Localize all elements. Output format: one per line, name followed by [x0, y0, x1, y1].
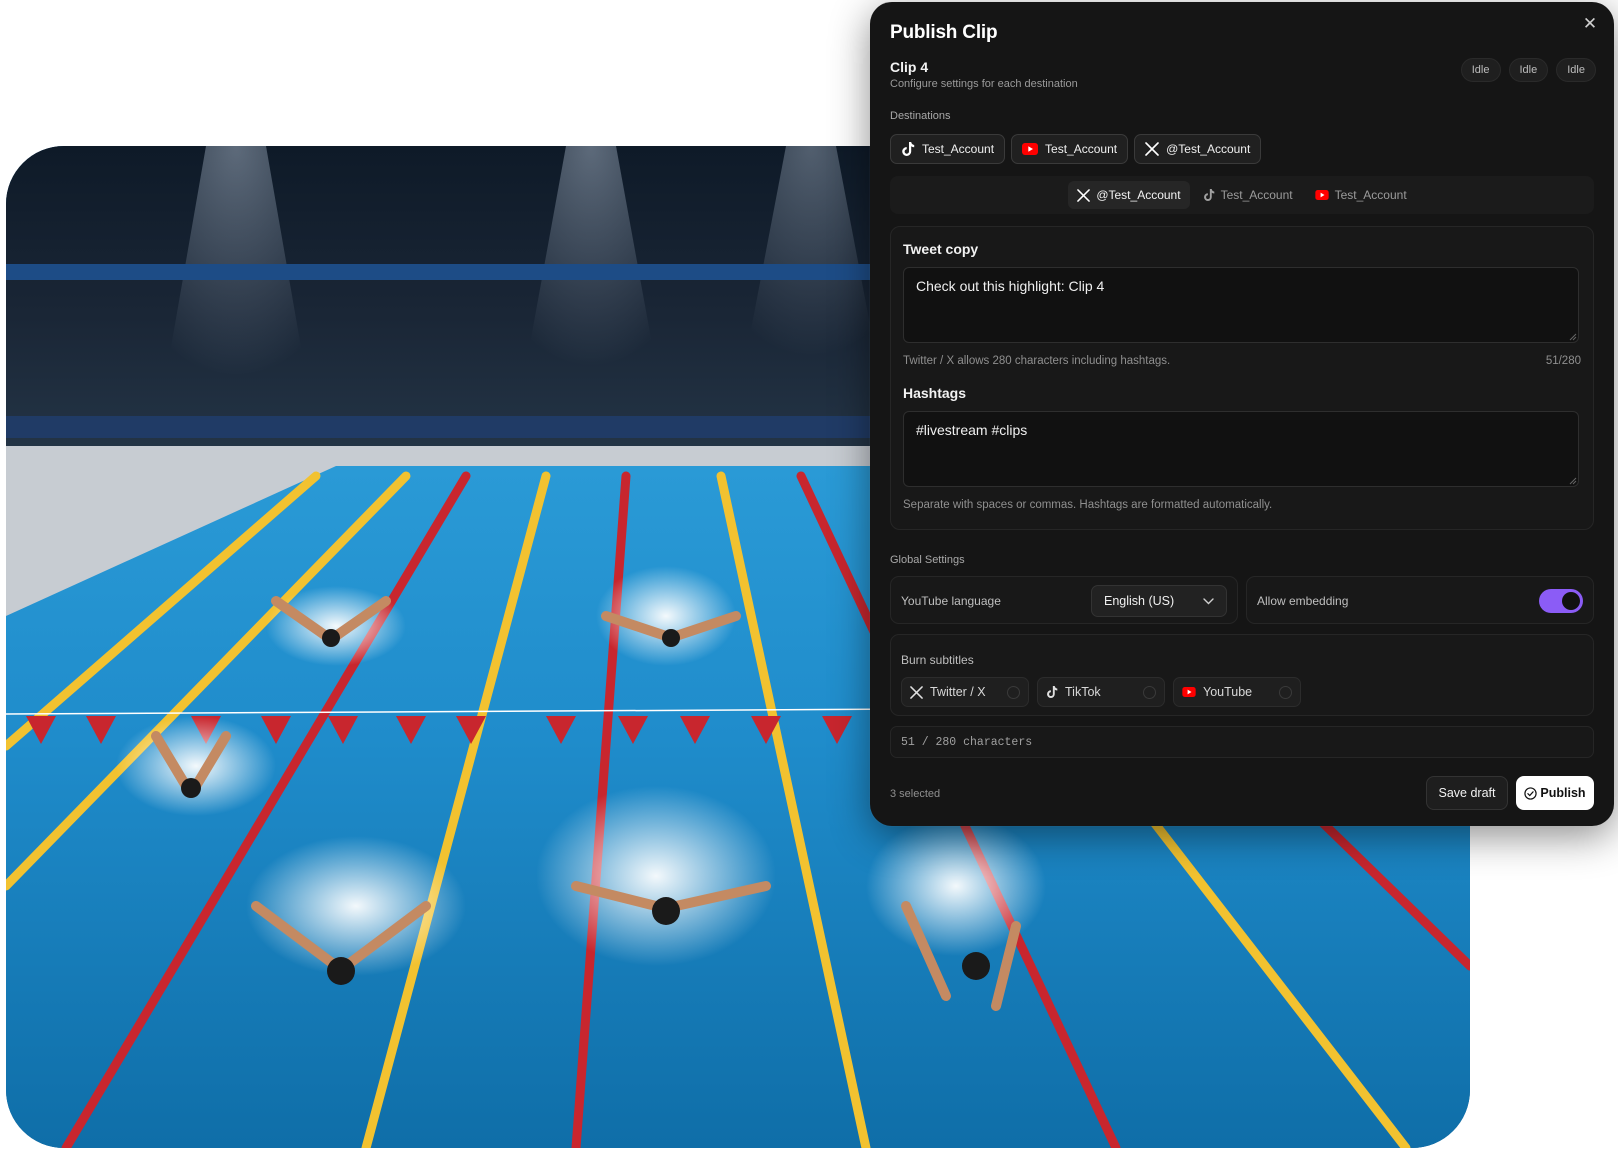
clip-name: Clip 4	[890, 59, 929, 75]
hashtags-hint: Separate with spaces or commas. Hashtags…	[903, 499, 1273, 511]
tweet-hint: Twitter / X allows 280 characters includ…	[903, 355, 1171, 367]
destination-chip-youtube[interactable]: Test_Account	[1011, 134, 1129, 164]
youtube-language-label: YouTube language	[901, 594, 1001, 608]
burn-subtitles-options: Twitter / X TikTok YouTube	[901, 677, 1301, 707]
x-settings-card: Tweet copy Check out this highlight: Cli…	[890, 226, 1594, 530]
tab-label: Test_Account	[1220, 188, 1293, 202]
destination-chip-tiktok[interactable]: Test_Account	[890, 134, 1006, 164]
tweet-char-counter: 51/280	[1545, 355, 1581, 367]
destination-chips: Test_Account Test_Account @Test_Account	[890, 134, 1262, 164]
tiktok-icon	[1046, 685, 1058, 699]
burn-subtitles-panel: Burn subtitles Twitter / X TikTok YouTub…	[890, 634, 1594, 716]
burn-option-youtube[interactable]: YouTube	[1173, 677, 1301, 707]
character-summary-text: 51 / 280 characters	[901, 735, 1033, 749]
status-badge: Idle	[1508, 58, 1549, 82]
tab-x-account[interactable]: @Test_Account	[1068, 181, 1190, 209]
status-badge: Idle	[1460, 58, 1501, 82]
resize-grip-icon[interactable]	[1567, 331, 1577, 341]
check-circle-icon	[1524, 786, 1538, 800]
chevron-down-icon	[1203, 597, 1214, 605]
burn-subtitles-label: Burn subtitles	[901, 653, 974, 667]
allow-embedding-toggle[interactable]	[1539, 589, 1583, 613]
destination-tabs: @Test_Account Test_Account Test_Account	[890, 176, 1594, 214]
youtube-icon	[1314, 190, 1329, 200]
burn-option-label: Twitter / X	[930, 685, 986, 699]
selected-count: 3 selected	[890, 788, 941, 800]
burn-option-radio[interactable]	[1279, 686, 1292, 699]
toggle-knob	[1562, 592, 1580, 610]
resize-grip-icon[interactable]	[1567, 475, 1577, 485]
allow-embedding-panel: Allow embedding	[1246, 576, 1594, 624]
burn-option-radio[interactable]	[1007, 686, 1020, 699]
x-icon	[1145, 142, 1159, 156]
burn-option-twitter[interactable]: Twitter / X	[901, 677, 1029, 707]
destination-chip-label: Test_Account	[1045, 142, 1118, 156]
burn-option-tiktok[interactable]: TikTok	[1037, 677, 1165, 707]
burn-option-radio[interactable]	[1143, 686, 1156, 699]
tweet-copy-textarea[interactable]: Check out this highlight: Clip 4	[903, 267, 1579, 343]
burn-option-label: YouTube	[1203, 685, 1253, 699]
youtube-icon	[1182, 687, 1196, 697]
hashtags-textarea[interactable]: #livestream #clips	[903, 411, 1579, 487]
save-draft-label: Save draft	[1438, 786, 1496, 800]
close-icon[interactable]: ✕	[1580, 14, 1600, 34]
youtube-icon	[1022, 143, 1039, 155]
publish-button[interactable]: Publish	[1516, 776, 1594, 810]
burn-option-label: TikTok	[1065, 685, 1101, 699]
tweet-copy-title: Tweet copy	[903, 241, 979, 257]
hashtags-title: Hashtags	[903, 385, 967, 401]
youtube-language-select[interactable]: English (US)	[1091, 585, 1227, 617]
clip-subtitle: Configure settings for each destination	[890, 78, 1078, 90]
tab-tiktok-account[interactable]: Test_Account	[1194, 181, 1302, 209]
tab-youtube-account[interactable]: Test_Account	[1306, 181, 1416, 209]
save-draft-button[interactable]: Save draft	[1426, 776, 1508, 810]
youtube-language-value: English (US)	[1104, 594, 1175, 608]
modal-title: Publish Clip	[890, 22, 998, 43]
x-icon	[910, 685, 923, 699]
x-icon	[1077, 188, 1091, 202]
global-settings-label: Global Settings	[890, 554, 965, 566]
status-row: Idle Idle Idle	[1460, 58, 1596, 82]
destination-chip-label: @Test_Account	[1166, 142, 1251, 156]
publish-label: Publish	[1540, 786, 1586, 800]
character-summary: 51 / 280 characters	[890, 726, 1594, 758]
destination-chip-x[interactable]: @Test_Account	[1134, 134, 1262, 164]
destinations-label: Destinations	[890, 110, 951, 122]
tiktok-icon	[1203, 188, 1215, 202]
allow-embedding-label: Allow embedding	[1257, 594, 1349, 608]
youtube-language-panel: YouTube language English (US)	[890, 576, 1238, 624]
destination-chip-label: Test_Account	[922, 142, 995, 156]
tab-label: @Test_Account	[1096, 188, 1181, 202]
publish-clip-modal: ✕ Publish Clip Clip 4 Configure settings…	[870, 2, 1614, 826]
tab-label: Test_Account	[1334, 188, 1407, 202]
status-badge: Idle	[1556, 58, 1596, 82]
tiktok-icon	[901, 141, 915, 157]
